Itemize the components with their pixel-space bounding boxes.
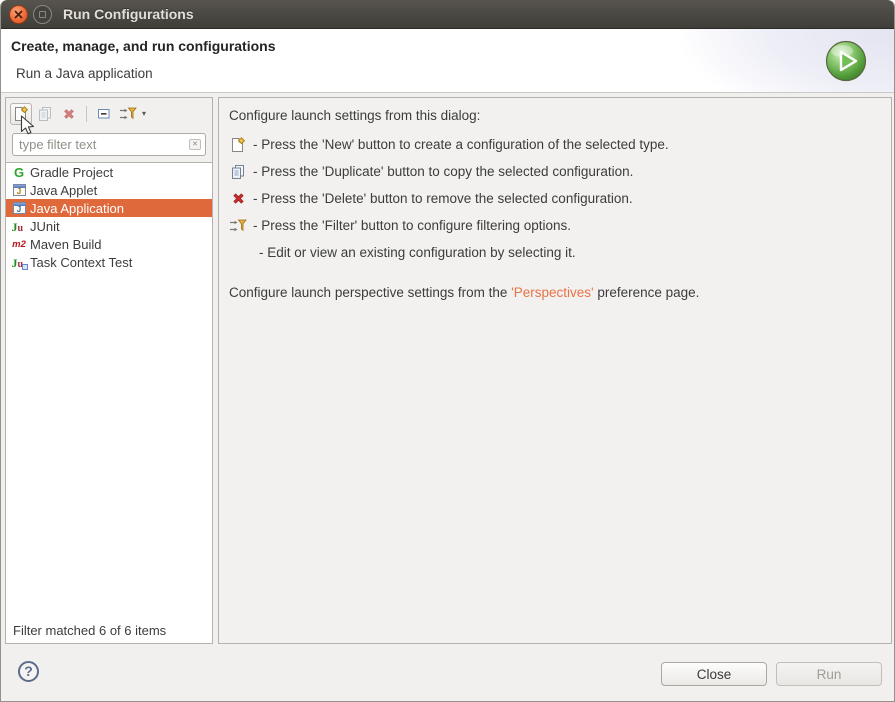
dialog-footer: ? Close Run [1,643,894,701]
new-icon [229,137,247,153]
collapse-all-button[interactable] [93,103,115,125]
tree-item-task-context-test[interactable]: Ju Task Context Test [6,253,212,271]
filter-options-button[interactable] [117,103,139,125]
tree-item-maven-build[interactable]: m2 Maven Build [6,235,212,253]
duplicate-config-icon [37,106,53,122]
maximize-icon [39,11,46,18]
junit-icon: Ju [11,220,27,233]
filter-icon [229,218,247,234]
tree-item-java-applet[interactable]: J Java Applet [6,181,212,199]
tree-item-label: Gradle Project [30,165,113,180]
collapse-all-icon [96,106,112,122]
delete-config-button[interactable] [58,103,80,125]
close-icon [14,10,23,19]
delete-icon [229,191,247,206]
filter-input[interactable] [12,133,206,156]
delete-config-icon [62,107,76,121]
tree-item-label: Java Application [30,201,124,216]
tree-item-java-application[interactable]: J Java Application [6,199,212,217]
filter-dropdown-caret-icon[interactable]: ▾ [142,109,146,118]
gradle-icon: G [11,165,27,180]
clear-filter-icon[interactable]: ✕ [189,139,201,150]
window-title: Run Configurations [63,6,194,22]
perspective-text-after: preference page. [594,285,700,300]
new-config-button[interactable] [10,103,32,125]
dialog-header-banner: Create, manage, and run configurations R… [1,29,894,93]
header-title: Create, manage, and run configurations [11,38,276,54]
new-config-icon [13,106,29,122]
toolbar-separator [86,106,87,122]
close-window-button[interactable] [9,5,28,24]
filter-field-wrap: ✕ [12,133,206,156]
help-button[interactable]: ? [18,661,39,682]
perspective-text-before: Configure launch perspective settings fr… [229,285,511,300]
tree-item-junit[interactable]: Ju JUnit [6,217,212,235]
instructions-panel: Configure launch settings from this dial… [218,97,892,644]
instruction-row-edit: - Edit or view an existing configuration… [229,239,881,266]
tree-item-label: Maven Build [30,237,102,252]
instruction-row-duplicate: - Press the 'Duplicate' button to copy t… [229,158,881,185]
tree-item-label: Java Applet [30,183,97,198]
instruction-text: - Press the 'Delete' button to remove th… [253,191,633,206]
instruction-row-filter: - Press the 'Filter' button to configure… [229,212,881,239]
maximize-window-button[interactable] [33,5,52,24]
instruction-row-delete: - Press the 'Delete' button to remove th… [229,185,881,212]
run-button[interactable]: Run [776,662,882,686]
duplicate-config-button[interactable] [34,103,56,125]
filter-options-icon [119,106,137,122]
close-button[interactable]: Close [661,662,767,686]
instruction-text: - Edit or view an existing configuration… [259,245,576,260]
maven-icon: m2 [11,239,27,250]
duplicate-icon [229,164,247,180]
perspective-settings-line: Configure launch perspective settings fr… [229,285,881,300]
tree-item-gradle-project[interactable]: G Gradle Project [6,163,212,181]
header-subtitle: Run a Java application [16,66,153,81]
instruction-row-new: - Press the 'New' button to create a con… [229,131,881,158]
run-banner-icon [825,40,867,82]
tree-item-label: Task Context Test [30,255,132,270]
task-context-test-icon: Ju [11,256,27,269]
java-application-icon: J [11,202,27,214]
run-configurations-dialog: Run Configurations Create, manage, and r… [0,0,895,702]
filter-match-status: Filter matched 6 of 6 items [13,623,166,638]
instruction-text: - Press the 'Duplicate' button to copy t… [253,164,633,179]
instructions-intro: Configure launch settings from this dial… [229,108,881,123]
instruction-text: - Press the 'New' button to create a con… [253,137,669,152]
perspectives-link[interactable]: 'Perspectives' [511,285,593,300]
java-applet-icon: J [11,184,27,196]
configurations-toolbar: ▾ [6,98,212,129]
tree-item-label: JUnit [30,219,60,234]
configurations-panel: ▾ ✕ G Gradle Project J Java Applet J [5,97,213,644]
titlebar[interactable]: Run Configurations [1,0,894,29]
configuration-tree[interactable]: G Gradle Project J Java Applet J Java Ap… [6,162,212,643]
instruction-text: - Press the 'Filter' button to configure… [253,218,571,233]
